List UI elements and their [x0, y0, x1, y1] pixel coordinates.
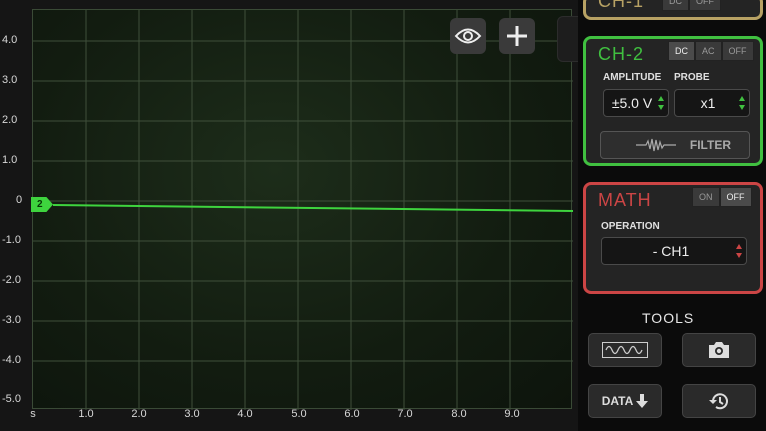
toggle-view-button[interactable] — [450, 18, 486, 54]
y-tick-label: 1.0 — [2, 154, 18, 166]
plus-icon — [507, 26, 527, 46]
probe-value: x1 — [700, 95, 716, 111]
ch2-trace — [52, 204, 573, 212]
waveform-tool-button[interactable] — [588, 333, 662, 367]
data-label: DATA — [601, 394, 634, 408]
panel-drag-handle[interactable] — [557, 16, 579, 62]
ch2-title: CH-2 — [598, 44, 645, 64]
add-button[interactable] — [499, 18, 535, 54]
x-tick-label: 3.0 — [184, 408, 200, 420]
ch1-off-option[interactable]: OFF — [689, 0, 721, 11]
x-tick-label: s — [30, 408, 36, 420]
y-tick-label: 3.0 — [2, 74, 18, 86]
y-tick-label: -5.0 — [2, 393, 21, 405]
stepper-arrows-icon — [739, 96, 745, 110]
ch1-card[interactable]: CH-1 DC OFF — [583, 0, 763, 20]
math-title: MATH — [598, 190, 652, 210]
y-tick-label: -2.0 — [2, 274, 21, 286]
signal-generator-icon — [602, 342, 648, 358]
probe-stepper[interactable]: x1 — [674, 89, 750, 117]
y-tick-label: -3.0 — [2, 314, 21, 326]
stepper-arrows-icon — [736, 244, 742, 258]
operation-selector[interactable]: - CH1 — [601, 237, 747, 265]
x-tick-label: 2.0 — [131, 408, 147, 420]
math-toggle[interactable]: ON OFF — [692, 187, 752, 207]
amplitude-label: AMPLITUDE — [603, 72, 662, 83]
ch2-dc-option[interactable]: DC — [668, 41, 695, 61]
operation-label: OPERATION — [601, 221, 660, 232]
ch1-dc-option[interactable]: DC — [662, 0, 689, 11]
amplitude-stepper[interactable]: ±5.0 V — [603, 89, 669, 117]
screenshot-button[interactable] — [682, 333, 756, 367]
history-button[interactable] — [682, 384, 756, 418]
grid — [33, 10, 573, 410]
control-panel: CH-1 DC OFF CH-2 DC AC OFF AMPLITUDE PRO… — [578, 0, 766, 431]
ch2-coupling-selector[interactable]: DC AC OFF — [668, 41, 754, 61]
data-export-button[interactable]: DATA — [588, 384, 662, 418]
x-tick-label: 4.0 — [237, 408, 253, 420]
ch1-title: CH-1 — [598, 0, 645, 11]
x-tick-label: 5.0 — [291, 408, 307, 420]
stepper-arrows-icon — [658, 96, 664, 110]
math-card: MATH ON OFF OPERATION - CH1 — [583, 182, 763, 294]
history-icon — [709, 393, 728, 410]
ch1-coupling-selector[interactable]: DC OFF — [662, 0, 721, 11]
waveform-icon — [635, 138, 676, 152]
x-tick-label: 9.0 — [504, 408, 520, 420]
x-tick-label: 7.0 — [397, 408, 413, 420]
ch2-card: CH-2 DC AC OFF AMPLITUDE PROBE ±5.0 V x1… — [583, 36, 763, 166]
operation-value: - CH1 — [652, 243, 690, 259]
probe-label: PROBE — [674, 72, 710, 83]
scope-area: 4.0 3.0 2.0 1.0 0 -1.0 -2.0 -3.0 -4.0 -5… — [0, 0, 579, 431]
math-off-option[interactable]: OFF — [719, 187, 752, 207]
filter-label: FILTER — [689, 138, 731, 152]
oscilloscope-screen[interactable] — [32, 9, 573, 410]
y-tick-label: -4.0 — [2, 354, 21, 366]
math-on-option[interactable]: ON — [692, 187, 720, 207]
amplitude-value: ±5.0 V — [611, 95, 653, 111]
download-arrow-icon — [636, 394, 649, 408]
ch2-ac-option[interactable]: AC — [695, 41, 722, 61]
eye-icon — [454, 28, 482, 44]
y-tick-label: -1.0 — [2, 234, 21, 246]
y-tick-label: 4.0 — [2, 34, 18, 46]
y-tick-label: 2.0 — [2, 114, 18, 126]
filter-button[interactable]: FILTER — [600, 131, 750, 159]
x-tick-label: 1.0 — [78, 408, 94, 420]
ch2-off-option[interactable]: OFF — [721, 41, 754, 61]
x-tick-label: 8.0 — [451, 408, 467, 420]
tools-title: TOOLS — [642, 310, 695, 326]
camera-icon — [709, 342, 729, 358]
x-tick-label: 6.0 — [344, 408, 360, 420]
